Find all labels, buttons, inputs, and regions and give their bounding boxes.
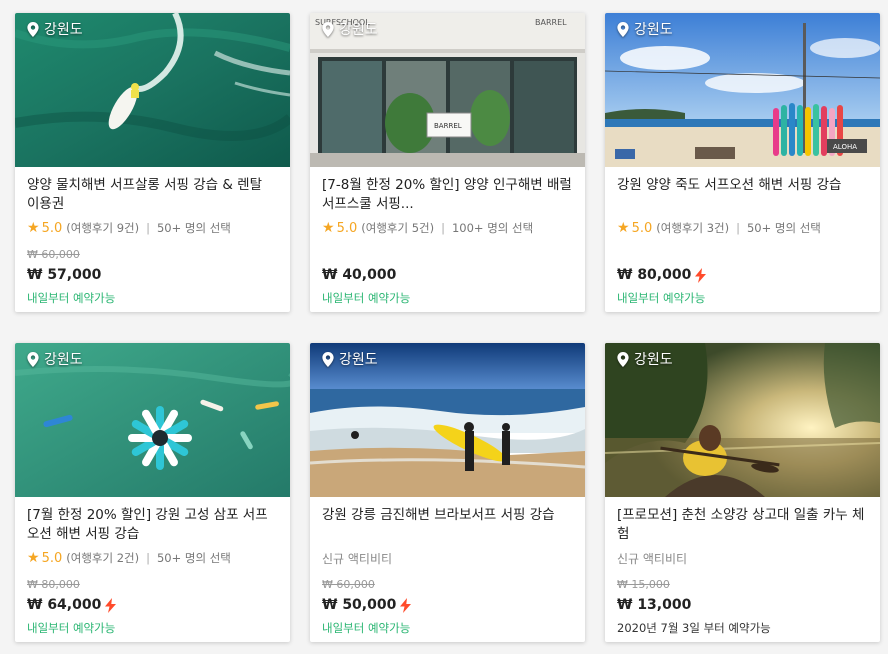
availability-label: 내일부터 예약가능	[27, 291, 116, 305]
availability-label: 내일부터 예약가능	[322, 291, 411, 305]
location-tag: 강원도	[322, 349, 378, 369]
activity-title[interactable]: [7월 한정 20% 할인] 강원 고성 삼포 서프오션 해변 서핑 강습	[27, 506, 278, 544]
rating-row: ★ 5.0 (여행후기 3건) | 50+ 명의 선택	[617, 220, 868, 236]
popularity-count: 50+ 명의 선택	[156, 221, 231, 235]
star-icon: ★	[27, 220, 40, 236]
star-icon: ★	[27, 550, 40, 566]
rating-row: ★ 5.0 (여행후기 5건) | 100+ 명의 선택	[322, 220, 573, 236]
activity-thumbnail: ALOHA 강원도	[605, 13, 880, 167]
rating-score: 5.0	[41, 550, 63, 566]
availability-label: 내일부터 예약가능	[617, 291, 706, 305]
activity-card[interactable]: 강원도 [7월 한정 20% 할인] 강원 고성 삼포 서프오션 해변 서핑 강…	[15, 343, 290, 642]
price-row: ₩ 80,000	[617, 265, 868, 285]
popularity-count: 100+ 명의 선택	[451, 221, 534, 235]
activity-title[interactable]: 강원 양양 죽도 서프오션 해변 서핑 강습	[617, 176, 868, 214]
map-pin-icon	[27, 351, 39, 367]
star-icon: ★	[617, 220, 630, 236]
map-pin-icon	[617, 351, 629, 367]
location-tag: 강원도	[27, 19, 83, 39]
review-count: (여행후기 5건)	[361, 221, 435, 235]
rating-score: 5.0	[336, 220, 358, 236]
map-pin-icon	[322, 21, 334, 37]
activity-title[interactable]: [프로모션] 춘천 소양강 상고대 일출 카누 체험	[617, 506, 868, 544]
location-label: 강원도	[339, 22, 378, 38]
price-row: ₩ 64,000	[27, 595, 278, 615]
new-activity-label: 신규 액티비티	[322, 552, 393, 566]
activity-card[interactable]: 강원도 강원 강릉 금진해변 브라보서프 서핑 강습 신규 액티비티 ₩ 60,…	[310, 343, 585, 642]
divider: |	[146, 221, 150, 235]
rating-score: 5.0	[631, 220, 653, 236]
popularity-count: 50+ 명의 선택	[156, 551, 231, 565]
original-price	[322, 248, 573, 263]
sale-price: ₩ 40,000	[322, 267, 397, 283]
activity-thumbnail: SURFSCHOOL BARREL BARREL 강원도	[310, 13, 585, 167]
activity-card[interactable]: 강원도 [프로모션] 춘천 소양강 상고대 일출 카누 체험 신규 액티비티 ₩…	[605, 343, 880, 642]
review-count: (여행후기 2건)	[66, 551, 140, 565]
sale-price: ₩ 80,000	[617, 267, 692, 283]
original-price	[617, 248, 868, 263]
price-row: ₩ 57,000	[27, 265, 278, 285]
divider: |	[736, 221, 740, 235]
lightning-icon	[400, 597, 412, 613]
availability-label: 내일부터 예약가능	[27, 621, 116, 635]
review-count: (여행후기 9건)	[66, 221, 140, 235]
map-pin-icon	[617, 21, 629, 37]
location-tag: 강원도	[617, 349, 673, 369]
sale-price: ₩ 57,000	[27, 267, 102, 283]
location-tag: 강원도	[617, 19, 673, 39]
availability-label: 2020년 7월 3일 부터 예약가능	[617, 621, 771, 635]
rating-row: ★ 5.0 (여행후기 9건) | 50+ 명의 선택	[27, 220, 278, 236]
activity-title[interactable]: 양양 물치해변 서프살롱 서핑 강습 & 렌탈 이용권	[27, 176, 278, 214]
storefront-sign-barrel: BARREL	[535, 18, 567, 27]
price-row: ₩ 50,000	[322, 595, 573, 615]
sale-price: ₩ 64,000	[27, 597, 102, 613]
beach-sign-aloha: ALOHA	[833, 143, 857, 151]
new-activity-label: 신규 액티비티	[617, 552, 688, 566]
activity-thumbnail: 강원도	[15, 343, 290, 497]
lightning-icon	[105, 597, 117, 613]
original-price: ₩ 15,000	[617, 578, 670, 591]
activity-thumbnail: 강원도	[310, 343, 585, 497]
location-label: 강원도	[339, 352, 378, 368]
divider: |	[441, 221, 445, 235]
activity-title[interactable]: 강원 강릉 금진해변 브라보서프 서핑 강습	[322, 506, 573, 544]
location-tag: 강원도	[322, 19, 378, 39]
rating-score: 5.0	[41, 220, 63, 236]
activity-thumbnail: 강원도	[605, 343, 880, 497]
activity-card[interactable]: SURFSCHOOL BARREL BARREL 강원도 [7-8월 한정 20…	[310, 13, 585, 312]
sale-price: ₩ 13,000	[617, 597, 692, 613]
activity-card[interactable]: ALOHA 강원도 강원 양양 죽도 서프오션 해변 서핑 강습 ★ 5.0 (…	[605, 13, 880, 312]
popularity-count: 50+ 명의 선택	[746, 221, 821, 235]
divider: |	[146, 551, 150, 565]
activity-grid: 강원도 양양 물치해변 서프살롱 서핑 강습 & 렌탈 이용권 ★ 5.0 (여…	[0, 0, 888, 654]
activity-title[interactable]: [7-8월 한정 20% 할인] 양양 인구해변 배럴서프스쿨 서핑...	[322, 176, 573, 214]
star-icon: ★	[322, 220, 335, 236]
storefront-sign-board: BARREL	[434, 122, 462, 130]
price-row: ₩ 40,000	[322, 265, 573, 285]
sale-price: ₩ 50,000	[322, 597, 397, 613]
location-label: 강원도	[634, 22, 673, 38]
price-row: ₩ 13,000	[617, 595, 868, 615]
location-label: 강원도	[44, 352, 83, 368]
original-price: ₩ 60,000	[27, 248, 80, 261]
availability-label: 내일부터 예약가능	[322, 621, 411, 635]
activity-card[interactable]: 강원도 양양 물치해변 서프살롱 서핑 강습 & 렌탈 이용권 ★ 5.0 (여…	[15, 13, 290, 312]
location-label: 강원도	[44, 22, 83, 38]
original-price: ₩ 80,000	[27, 578, 80, 591]
lightning-icon	[695, 267, 707, 283]
review-count: (여행후기 3건)	[656, 221, 730, 235]
map-pin-icon	[27, 21, 39, 37]
location-label: 강원도	[634, 352, 673, 368]
location-tag: 강원도	[27, 349, 83, 369]
rating-row: ★ 5.0 (여행후기 2건) | 50+ 명의 선택	[27, 550, 278, 566]
activity-thumbnail: 강원도	[15, 13, 290, 167]
map-pin-icon	[322, 351, 334, 367]
original-price: ₩ 60,000	[322, 578, 375, 591]
